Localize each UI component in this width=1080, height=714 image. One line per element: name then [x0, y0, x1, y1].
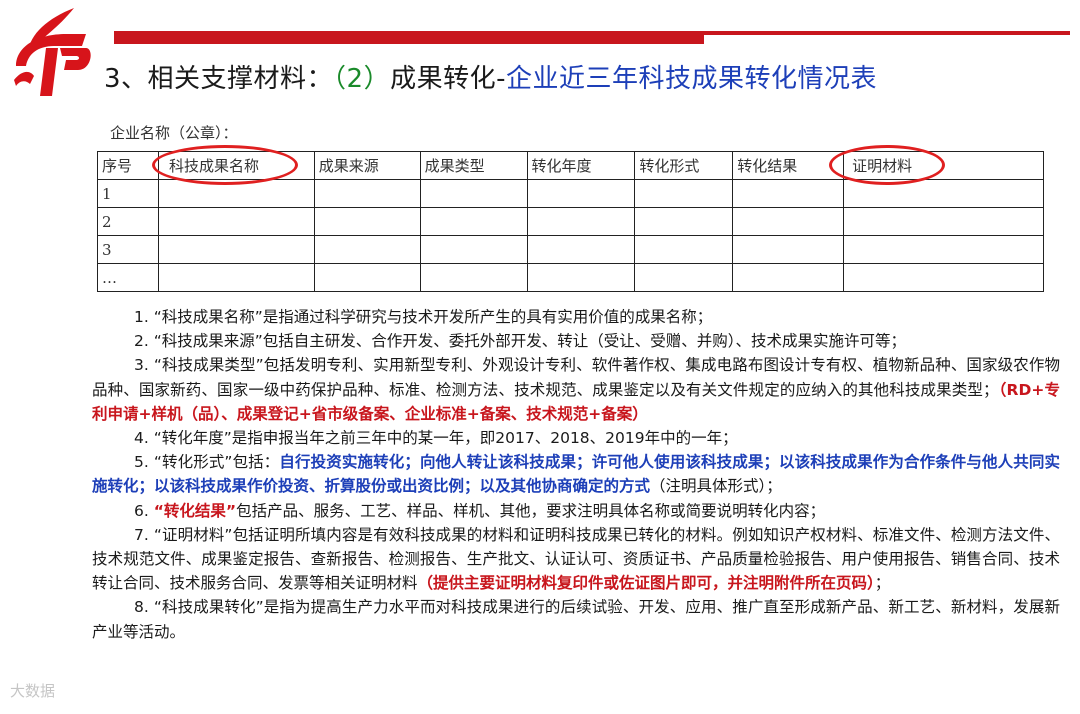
row-number: 2 — [97, 207, 159, 236]
note-item: 3. “科技成果类型”包括发明专利、实用新型专利、外观设计专利、软件著作权、集成… — [92, 356, 1060, 423]
header-cell: 成果来源 — [313, 151, 421, 180]
watermark: 大数据 — [10, 682, 56, 700]
note-item: 7. “证明材料”包括证明所填内容是有效科技成果的材料和证明科技成果已转化的材料… — [92, 525, 1060, 593]
row-number: 1 — [97, 179, 159, 208]
note-item: 4. “转化年度”是指申报当年之前三年中的某一年，即2017、2018、2019… — [134, 429, 738, 448]
header-red-bar — [114, 31, 704, 44]
note-item: 1. “科技成果名称”是指通过科学研究与技术开发所产生的具有实用价值的成果名称； — [134, 308, 713, 326]
header-cell: 转化年度 — [526, 151, 636, 180]
table-row: … — [97, 263, 1044, 292]
emblem-logo-icon — [14, 8, 91, 96]
table-row: 2 — [97, 207, 1044, 236]
note-item: 6. “转化结果”包括产品、服务、工艺、样品、样机、其他，要求注明具体名称或简要… — [134, 501, 826, 520]
highlight-circle-proof — [829, 145, 945, 185]
header-cell: 转化结果 — [732, 151, 845, 180]
header-cell: 序号 — [97, 151, 159, 180]
highlight-circle-name — [152, 145, 298, 185]
header-red-line — [704, 31, 1070, 35]
note-item: 2. “科技成果来源”包括自主研发、合作开发、委托外部开发、转让（受让、受赠、并… — [134, 332, 907, 351]
page-title: 3、相关支撑材料：（2）成果转化-企业近三年科技成果转化情况表 — [104, 64, 877, 94]
header-cell: 成果类型 — [419, 151, 528, 180]
header-cell: 转化形式 — [634, 151, 734, 180]
row-number: … — [97, 263, 159, 292]
note-item: 5. “转化形式”包括：自行投资实施转化；向他人转让该科技成果；许可他人使用该科… — [92, 453, 1060, 496]
note-item: 8. “科技成果转化”是指为提高生产力水平而对科技成果进行的后续试验、开发、应用… — [92, 598, 1060, 641]
company-name-label: 企业名称（公章）： — [110, 124, 238, 142]
table-row: 3 — [97, 235, 1044, 264]
notes-list: 1. “科技成果名称”是指通过科学研究与技术开发所产生的具有实用价值的成果名称；… — [92, 305, 1060, 644]
row-number: 3 — [97, 235, 159, 264]
